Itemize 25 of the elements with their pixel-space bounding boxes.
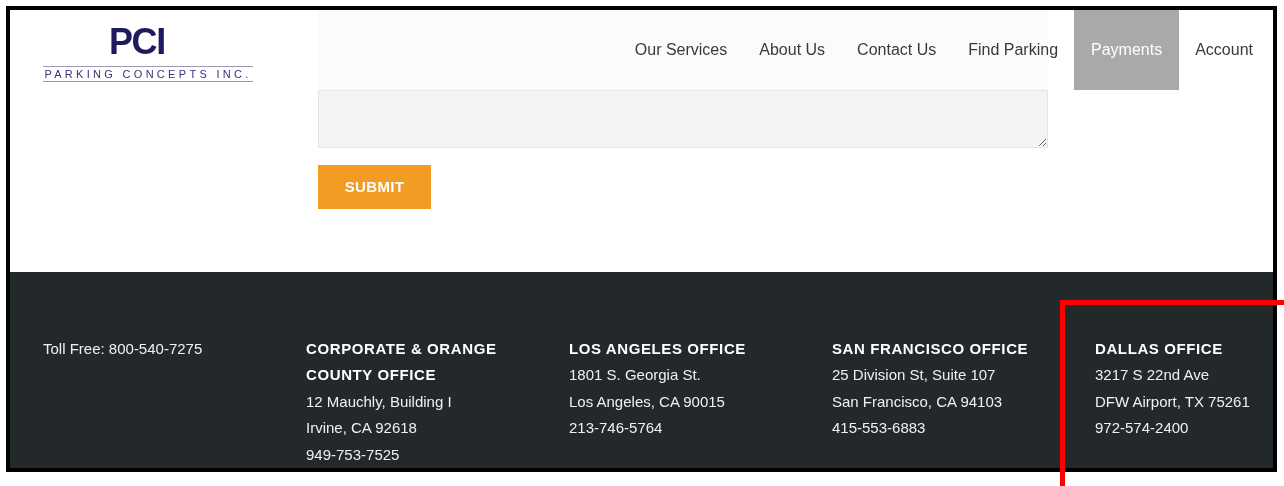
office-detail: Los Angeles, CA 90015 <box>569 391 725 412</box>
nav-link[interactable]: Our Services <box>618 10 744 90</box>
office-detail: 949-753-7525 <box>306 444 400 465</box>
office-heading: CORPORATE & ORANGE COUNTY OFFICE <box>306 338 498 385</box>
logo-tagline: PARKING CONCEPTS INC. <box>43 66 253 82</box>
nav-link[interactable]: Contact Us <box>841 10 953 90</box>
office-detail: 415-553-6883 <box>832 418 926 438</box>
office-detail: 1801 S. Georgia St. <box>569 365 701 385</box>
logo-mark: PCI <box>109 24 165 60</box>
office-heading: SAN FRANCISCO OFFICE <box>832 338 1030 359</box>
office-detail: Irvine, CA 92618 <box>306 418 417 438</box>
office-detail: San Francisco, CA 94103 <box>832 391 1003 412</box>
office-detail: DFW Airport, TX 75261 <box>1095 391 1250 412</box>
office-heading: DALLAS OFFICE <box>1095 338 1224 359</box>
office-detail: 12 Mauchly, Building I <box>306 391 452 412</box>
office-detail: 3217 S 22nd Ave <box>1095 365 1209 385</box>
nav-link[interactable]: Account <box>1179 10 1269 90</box>
office-detail: 213-746-5764 <box>569 418 663 438</box>
nav-link[interactable]: Find Parking <box>952 10 1075 90</box>
nav-link[interactable]: About Us <box>743 10 842 90</box>
toll-free-text: Toll Free: 800-540-7275 <box>43 339 203 357</box>
office-detail: 25 Division St, Suite 107 <box>832 365 996 385</box>
message-field[interactable] <box>318 90 1048 148</box>
office-heading: LOS ANGELES OFFICE <box>569 338 747 359</box>
office-detail: 972-574-2400 <box>1095 418 1189 438</box>
